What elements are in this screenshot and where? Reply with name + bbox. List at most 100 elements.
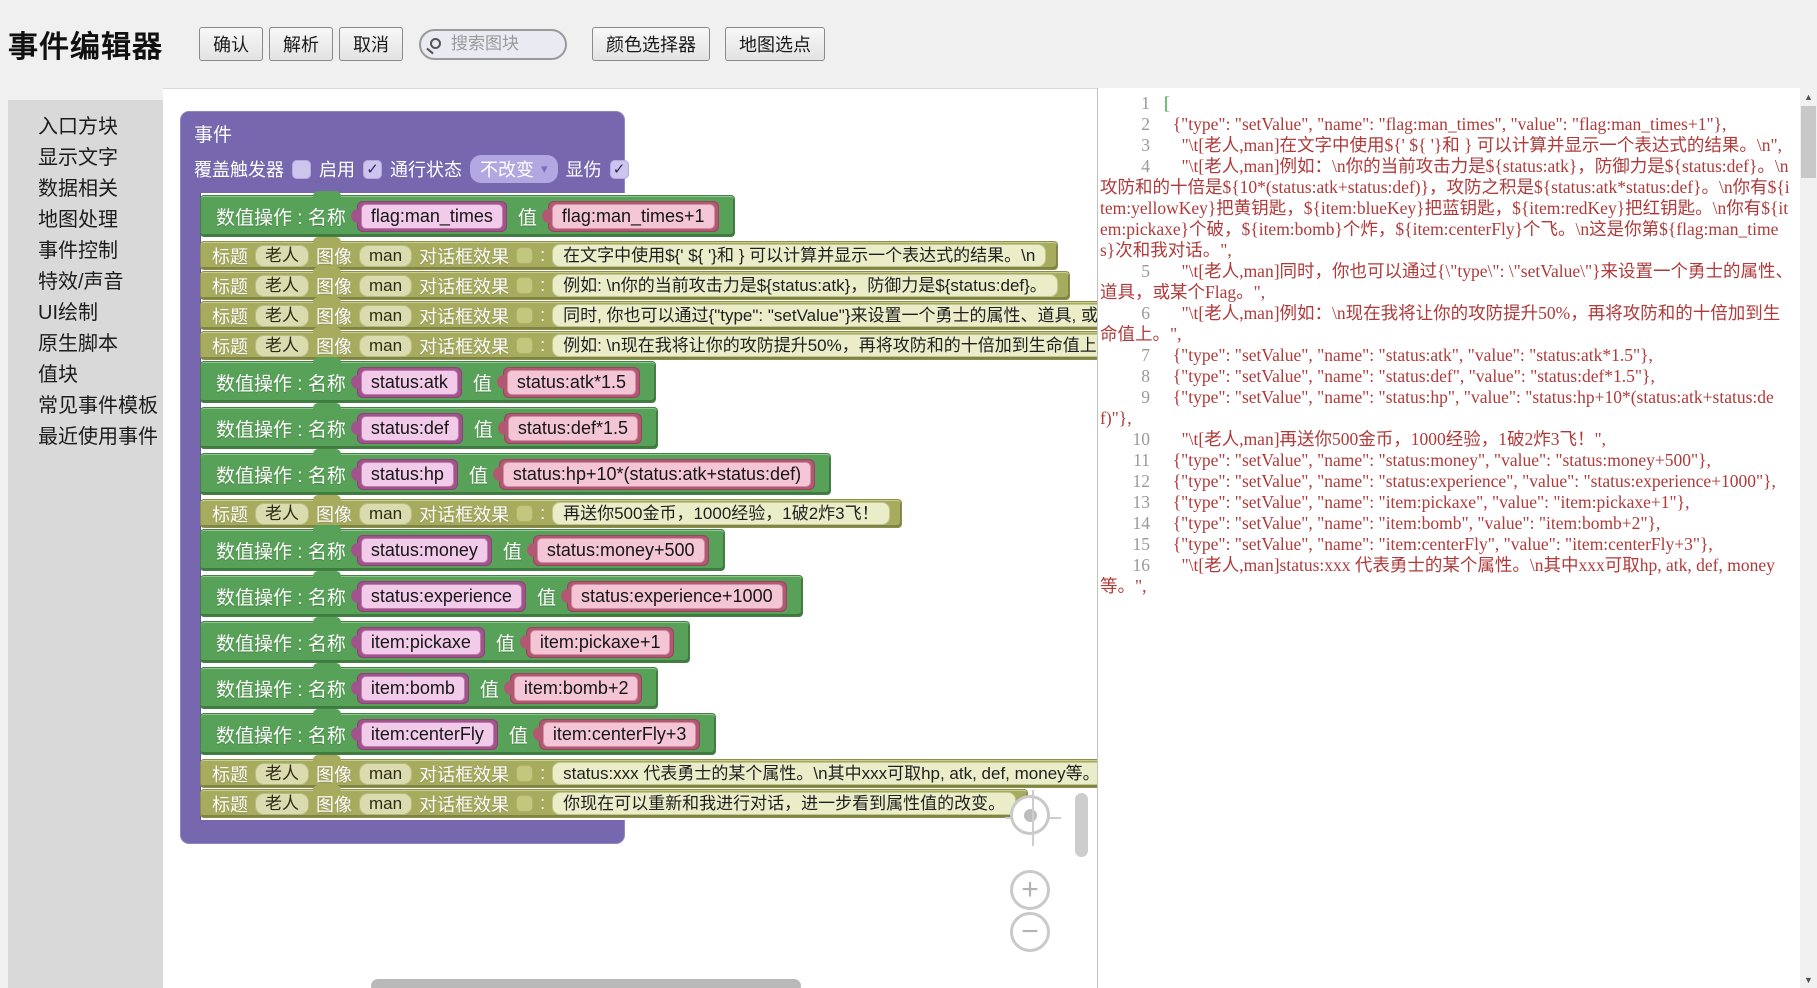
name-field[interactable]: status:money	[361, 538, 488, 563]
title-field[interactable]: 老人	[255, 335, 309, 357]
show-text-block[interactable]: 标题老人图像man对话框效果:例如: \n你的当前攻击力是${status:at…	[201, 272, 1069, 299]
image-field[interactable]: man	[359, 305, 412, 327]
value-slot[interactable]: status:experience+1000	[567, 581, 787, 612]
sidebar-item-7[interactable]: 原生脚本	[8, 329, 163, 360]
dialog-effect-checkbox[interactable]	[516, 505, 533, 522]
sidebar-item-1[interactable]: 显示文字	[8, 143, 163, 174]
color-picker-button[interactable]: 颜色选择器	[592, 27, 710, 61]
dialog-effect-checkbox[interactable]	[516, 307, 533, 324]
name-field[interactable]: status:hp	[361, 462, 454, 487]
set-value-block[interactable]: 数值操作 : 名称item:bomb值item:bomb+2	[201, 668, 657, 708]
name-field[interactable]: item:pickaxe	[361, 630, 481, 655]
search-input[interactable]	[451, 34, 556, 54]
value-slot[interactable]: flag:man_times+1	[548, 201, 719, 232]
value-slot[interactable]: status:money+500	[533, 535, 709, 566]
sidebar-item-5[interactable]: 特效/声音	[8, 267, 163, 298]
code-panel[interactable]: 1[2 {"type": "setValue", "name": "flag:m…	[1097, 88, 1817, 988]
value-slot[interactable]: item:centerFly+3	[539, 719, 701, 750]
canvas-vertical-scrollbar[interactable]	[1075, 793, 1088, 857]
scroll-up-icon[interactable]: ▲	[1800, 88, 1817, 105]
image-field[interactable]: man	[359, 503, 412, 525]
name-slot[interactable]: status:atk	[357, 367, 462, 398]
zoom-reset-button[interactable]	[1010, 795, 1050, 835]
code-editor[interactable]: 1[2 {"type": "setValue", "name": "flag:m…	[1100, 93, 1793, 988]
scroll-down-icon[interactable]: ▼	[1800, 971, 1817, 988]
value-slot[interactable]: status:hp+10*(status:atk+status:def)	[499, 459, 815, 490]
title-field[interactable]: 老人	[255, 793, 309, 815]
confirm-button[interactable]: 确认	[199, 27, 263, 61]
text-field[interactable]: status:xxx 代表勇士的某个属性。\n其中xxx可取hp, atk, d…	[552, 762, 1097, 785]
name-field[interactable]: status:atk	[361, 370, 458, 395]
zoom-out-button[interactable]: −	[1010, 912, 1050, 952]
block-search-box[interactable]	[419, 29, 567, 60]
name-slot[interactable]: item:bomb	[357, 673, 469, 704]
code-scrollbar-thumb[interactable]	[1801, 106, 1816, 178]
set-value-block[interactable]: 数值操作 : 名称status:money值status:money+500	[201, 530, 724, 570]
title-field[interactable]: 老人	[255, 275, 309, 297]
dialog-effect-checkbox[interactable]	[516, 795, 533, 812]
block-canvas[interactable]: 事件 覆盖触发器 启用 ✓ 通行状态 不改变 ▾ 显伤 ✓ 数值操作	[163, 88, 1097, 988]
value-field[interactable]: item:pickaxe+1	[530, 630, 671, 655]
dialog-effect-checkbox[interactable]	[516, 765, 533, 782]
title-field[interactable]: 老人	[255, 503, 309, 525]
title-field[interactable]: 老人	[255, 305, 309, 327]
sidebar-item-6[interactable]: UI绘制	[8, 298, 163, 329]
sidebar-item-0[interactable]: 入口方块	[8, 112, 163, 143]
show-text-block[interactable]: 标题老人图像man对话框效果:例如: \n现在我将让你的攻防提升50%，再将攻防…	[201, 332, 1097, 359]
set-value-block[interactable]: 数值操作 : 名称status:atk值status:atk*1.5	[201, 362, 655, 402]
image-field[interactable]: man	[359, 335, 412, 357]
set-value-block[interactable]: 数值操作 : 名称item:centerFly值item:centerFly+3	[201, 714, 715, 754]
text-field[interactable]: 同时, 你也可以通过{"type": "setValue"}来设置一个勇士的属性…	[552, 304, 1097, 327]
name-field[interactable]: flag:man_times	[361, 204, 503, 229]
text-field[interactable]: 在文字中使用${' ${ '}和 } 可以计算并显示一个表达式的结果。\n	[552, 244, 1046, 267]
sidebar-item-3[interactable]: 地图处理	[8, 205, 163, 236]
map-pick-button[interactable]: 地图选点	[725, 27, 825, 61]
value-field[interactable]: status:money+500	[537, 538, 705, 563]
value-field[interactable]: status:experience+1000	[571, 584, 783, 609]
name-slot[interactable]: status:def	[357, 413, 463, 444]
name-slot[interactable]: item:centerFly	[357, 719, 498, 750]
set-value-block[interactable]: 数值操作 : 名称status:experience值status:experi…	[201, 576, 802, 616]
event-block[interactable]: 事件 覆盖触发器 启用 ✓ 通行状态 不改变 ▾ 显伤 ✓ 数值操作	[180, 111, 1097, 844]
sidebar-item-8[interactable]: 值块	[8, 360, 163, 391]
set-value-block[interactable]: 数值操作 : 名称item:pickaxe值item:pickaxe+1	[201, 622, 689, 662]
text-field[interactable]: 再送你500金币，1000经验，1破2炸3飞！	[552, 502, 890, 525]
value-field[interactable]: item:centerFly+3	[543, 722, 697, 747]
value-slot[interactable]: item:bomb+2	[510, 673, 643, 704]
name-slot[interactable]: status:money	[357, 535, 492, 566]
zoom-in-button[interactable]: +	[1010, 870, 1050, 910]
enable-checkbox[interactable]: ✓	[363, 160, 382, 179]
set-value-block[interactable]: 数值操作 : 名称status:hp值status:hp+10*(status:…	[201, 454, 830, 494]
code-scrollbar[interactable]: ▲ ▼	[1800, 88, 1817, 988]
show-text-block[interactable]: 标题老人图像man对话框效果:status:xxx 代表勇士的某个属性。\n其中…	[201, 760, 1097, 787]
show-damage-checkbox[interactable]: ✓	[610, 160, 629, 179]
name-field[interactable]: status:def	[361, 416, 459, 441]
name-slot[interactable]: flag:man_times	[357, 201, 507, 232]
set-value-block[interactable]: 数值操作 : 名称status:def值status:def*1.5	[201, 408, 657, 448]
show-text-block[interactable]: 标题老人图像man对话框效果:同时, 你也可以通过{"type": "setVa…	[201, 302, 1097, 329]
set-value-block[interactable]: 数值操作 : 名称flag:man_times值flag:man_times+1	[201, 196, 734, 236]
title-field[interactable]: 老人	[255, 763, 309, 785]
text-field[interactable]: 例如: \n现在我将让你的攻防提升50%，再将攻防和的十倍加到生命值上。	[552, 334, 1097, 357]
dialog-effect-checkbox[interactable]	[516, 337, 533, 354]
cancel-button[interactable]: 取消	[339, 27, 403, 61]
name-slot[interactable]: item:pickaxe	[357, 627, 485, 658]
name-field[interactable]: status:experience	[361, 584, 522, 609]
value-field[interactable]: status:hp+10*(status:atk+status:def)	[503, 462, 811, 487]
text-field[interactable]: 你现在可以重新和我进行对话，进一步看到属性值的改变。	[552, 792, 1016, 815]
show-text-block[interactable]: 标题老人图像man对话框效果:再送你500金币，1000经验，1破2炸3飞！	[201, 500, 901, 527]
canvas-horizontal-scrollbar[interactable]	[371, 979, 801, 988]
sidebar-item-2[interactable]: 数据相关	[8, 174, 163, 205]
parse-button[interactable]: 解析	[269, 27, 333, 61]
sidebar-item-10[interactable]: 最近使用事件	[8, 422, 163, 453]
text-field[interactable]: 例如: \n你的当前攻击力是${status:atk}，防御力是${status…	[552, 274, 1058, 297]
image-field[interactable]: man	[359, 793, 412, 815]
dialog-effect-checkbox[interactable]	[516, 277, 533, 294]
image-field[interactable]: man	[359, 275, 412, 297]
name-slot[interactable]: status:hp	[357, 459, 458, 490]
title-field[interactable]: 老人	[255, 245, 309, 267]
value-field[interactable]: flag:man_times+1	[552, 204, 715, 229]
image-field[interactable]: man	[359, 763, 412, 785]
value-field[interactable]: status:atk*1.5	[507, 370, 636, 395]
sidebar-item-4[interactable]: 事件控制	[8, 236, 163, 267]
